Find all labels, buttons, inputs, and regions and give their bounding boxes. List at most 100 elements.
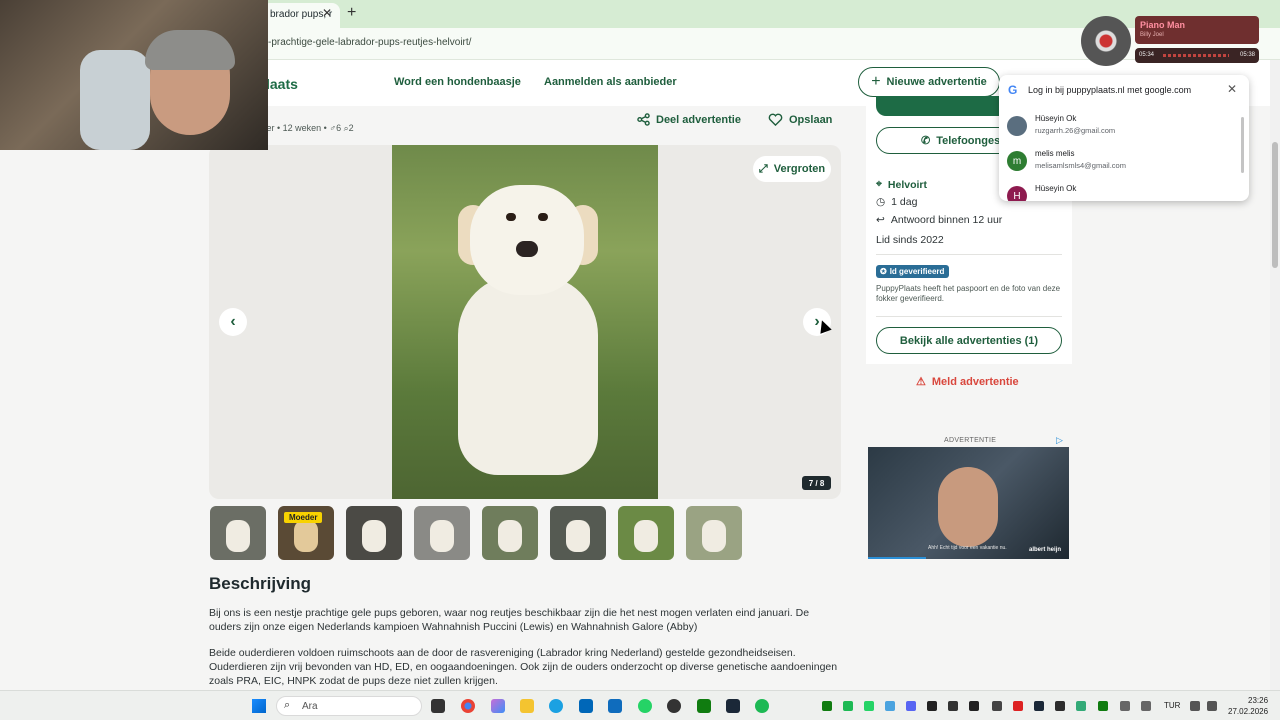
tray-app-icon[interactable] [885,701,895,711]
ad-label: ADVERTENTIE [944,437,997,444]
tray-discord-icon[interactable] [906,701,916,711]
close-icon[interactable]: ✕ [1227,82,1237,96]
windows-start-icon[interactable] [252,699,266,713]
save-label: Opslaan [789,113,833,126]
edge-icon[interactable] [549,699,563,713]
task-view-icon[interactable] [431,699,445,713]
nav-register-provider[interactable]: Aanmelden als aanbieder [544,76,677,88]
photo-gallery[interactable] [209,145,841,499]
thumbnail-puppy [362,520,386,552]
tray-app-icon[interactable] [1013,701,1023,711]
advertisement-video[interactable]: Ahh! Echt tijd voor een vakantie nu. alb… [868,447,1069,559]
taskbar-search[interactable]: ⌕ Ara [276,696,422,716]
tray-app-icon[interactable] [1055,701,1065,711]
clock-time: 23:26 [1248,696,1269,705]
network-icon[interactable] [1190,701,1200,711]
tray-spotify-icon[interactable] [843,701,853,711]
webcam-overlay [0,0,268,150]
tray-xbox-icon[interactable] [822,701,832,711]
chrome-icon[interactable] [461,699,475,713]
copilot-icon[interactable] [491,699,505,713]
new-ad-label: Nieuwe advertentie [886,76,987,88]
tray-app-icon[interactable] [969,701,979,711]
search-placeholder: Ara [302,701,318,712]
spotify-icon[interactable] [755,699,769,713]
language-indicator[interactable]: TUR [1164,701,1180,710]
xbox-icon[interactable] [697,699,711,713]
description-paragraph-1: Bij ons is een nestje prachtige gele pup… [209,607,810,633]
steam-icon[interactable] [726,699,740,713]
microphone-icon[interactable] [1141,701,1151,711]
share-label: Deel advertentie [656,113,741,126]
new-ad-button[interactable]: + Nieuwe advertentie [858,67,1000,97]
thumbnail-3[interactable] [346,506,402,560]
site-logo[interactable]: laats [266,76,298,92]
puppy-body [458,275,598,475]
verified-label: Id geverifieerd [889,267,945,276]
zoom-button[interactable]: ⤢ Vergroten [753,156,831,182]
view-all-ads-button[interactable]: Bekijk alle advertenties (1) [876,327,1062,354]
seller-member-since: Lid sinds 2022 [876,234,944,246]
puppy-nose [516,241,538,257]
popup-scrollbar[interactable] [1241,117,1244,173]
adchoices-icon[interactable]: ▷ [1056,435,1063,446]
phone-icon: ✆ [921,135,931,147]
tray-app-icon[interactable] [992,701,1002,711]
puppy-photo[interactable] [392,145,658,499]
thumbnail-4[interactable] [414,506,470,560]
avatar: H [1007,186,1027,201]
battery-icon[interactable] [1120,701,1130,711]
share-button[interactable]: Deel advertentie [637,113,741,126]
seller-response: ↩ Antwoord binnen 12 uur [876,214,1002,226]
google-popup-title: Log in bij puppyplaats.nl met google.com [1028,85,1192,95]
new-tab-icon[interactable]: + [347,4,356,22]
thumbnail-7[interactable] [618,506,674,560]
puppy-eye-left [506,213,516,221]
puppy-eye-right [538,213,548,221]
thumbnail-5[interactable] [482,506,538,560]
tray-whatsapp-icon[interactable] [864,701,874,711]
tray-app-icon[interactable] [948,701,958,711]
phone-label: Telefoongesp [936,134,1007,147]
webcam-cap [145,30,235,70]
webcam-chair [80,50,150,150]
store-icon[interactable] [579,699,593,713]
nav-dog-owner[interactable]: Word een hondenbaasje [394,76,521,88]
whatsapp-icon[interactable] [638,699,652,713]
verified-icon: ✪ [880,267,887,276]
tray-app-icon[interactable] [927,701,937,711]
report-ad-link[interactable]: ⚠ Meld advertentie [916,375,1019,389]
playback-bar[interactable]: 05:34 05:38 [1135,48,1259,63]
waveform [1163,54,1229,57]
report-label: Meld advertentie [931,375,1019,388]
verified-note: PuppyPlaats heeft het paspoort en de fot… [876,284,1061,303]
avatar: m [1007,151,1027,171]
outlook-icon[interactable] [608,699,622,713]
close-tab-icon[interactable]: ✕ [322,6,332,20]
thumbnail-6[interactable] [550,506,606,560]
location-pin-icon: ⌖ [876,178,882,190]
reply-icon: ↩ [876,214,885,226]
google-account-3[interactable]: H Hüseyin Ok [1007,183,1237,201]
scrollbar-thumb[interactable] [1272,142,1278,268]
save-button[interactable]: Opslaan [768,113,832,126]
google-account-2[interactable]: m melis melis melisamlsmls4@gmail.com [1007,148,1237,182]
tray-steam-icon[interactable] [1034,701,1044,711]
volume-icon[interactable] [1207,701,1217,711]
page-scrollbar[interactable] [1270,60,1280,690]
google-account-1[interactable]: Hüseyin Ok ruzgarrh.26@gmail.com [1007,113,1237,147]
file-explorer-icon[interactable] [520,699,534,713]
prev-photo-button[interactable]: ‹ [219,308,247,336]
seller-activity: ◷ 1 dag [876,196,917,208]
taskbar-clock[interactable]: 23:26 27.02.2026 [1228,695,1268,717]
thumbnail-8[interactable] [686,506,742,560]
tray-app-icon[interactable] [1098,701,1108,711]
clock-icon: ◷ [876,196,886,208]
tray-app-icon[interactable] [1076,701,1086,711]
account-name: melis melis [1035,149,1075,158]
activity-text: 1 dag [891,196,918,208]
ad-caption: Ahh! Echt tijd voor een vakantie nu. [928,545,1007,551]
seller-location: ⌖ Helvoirt [876,178,927,191]
thumbnail-1[interactable] [210,506,266,560]
app-icon[interactable] [667,699,681,713]
